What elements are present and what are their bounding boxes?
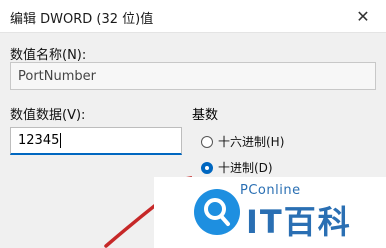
watermark-brand: PConline <box>240 183 301 198</box>
pconline-watermark: PConline IT百科 <box>154 177 386 248</box>
value-name-label: 数值名称(N): <box>10 48 87 63</box>
value-name-field[interactable]: PortNumber <box>10 62 376 90</box>
edit-dword-dialog: 编辑 DWORD (32 位)值 ✕ 数值名称(N): PortNumber 数… <box>0 0 386 248</box>
watermark-title: IT百科 <box>246 203 352 241</box>
magnifier-icon <box>204 198 230 226</box>
radio-decimal[interactable]: 十进制(D) <box>201 159 273 176</box>
value-name-text: PortNumber <box>18 68 96 84</box>
radio-hex-label: 十六进制(H) <box>218 135 285 149</box>
value-data-input[interactable]: 12345 <box>10 127 182 155</box>
close-button[interactable]: ✕ <box>340 0 386 32</box>
text-caret <box>60 133 62 148</box>
window-title: 编辑 DWORD (32 位)值 <box>10 12 154 27</box>
close-icon: ✕ <box>356 6 370 26</box>
radio-decimal-circle[interactable] <box>201 161 213 174</box>
value-data-text: 12345 <box>18 133 60 148</box>
radio-hex-circle[interactable] <box>201 135 213 148</box>
title-bar[interactable]: 编辑 DWORD (32 位)值 ✕ <box>0 0 386 33</box>
radio-hex[interactable]: 十六进制(H) <box>201 133 284 150</box>
value-data-label: 数值数据(V): <box>10 108 86 123</box>
radio-decimal-label: 十进制(D) <box>218 161 273 175</box>
watermark-logo <box>194 189 240 235</box>
